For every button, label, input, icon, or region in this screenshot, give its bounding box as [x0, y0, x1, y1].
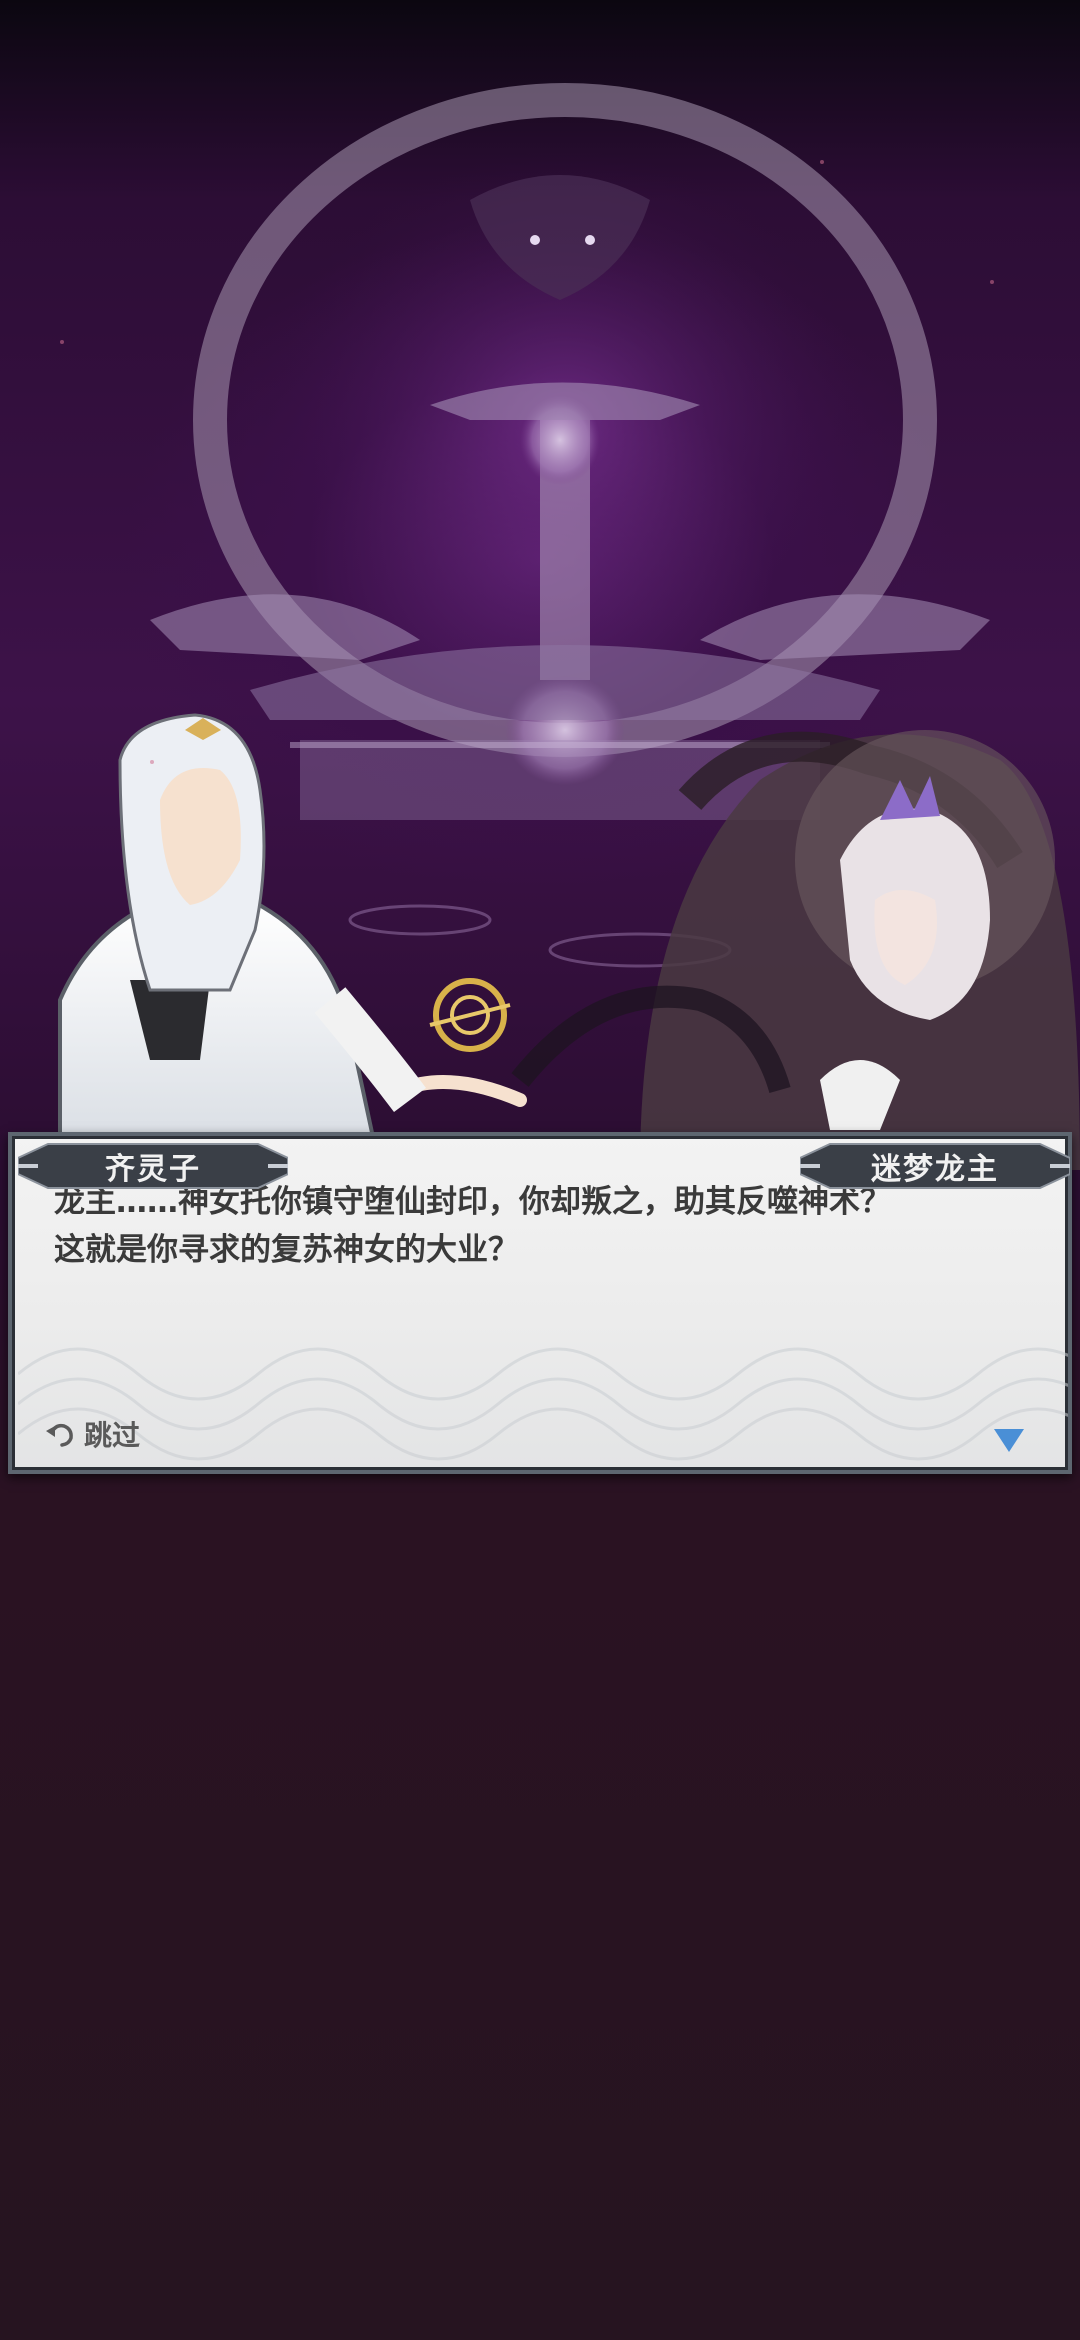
- dialogue-text: 龙主……神女托你镇守堕仙封印，你却叛之，助其反噬神术？ 这就是你寻求的复苏神女的…: [54, 1184, 891, 1268]
- triangle-down-icon[interactable]: [992, 1426, 1026, 1454]
- sparkle: [820, 160, 824, 164]
- game-screen[interactable]: 龙主……神女托你镇守堕仙封印，你却叛之，助其反噬神术？ 这就是你寻求的复苏神女的…: [0, 0, 1080, 2340]
- skip-label: 跳过: [84, 1419, 141, 1452]
- scene-background-art: [58, 83, 1080, 1170]
- skip-button[interactable]: 跳过: [42, 1412, 140, 1456]
- speaker-name-left: 齐灵子: [105, 1152, 201, 1187]
- speaker-nameplate-right: 迷梦龙主: [800, 1140, 1070, 1192]
- story-scene: [0, 0, 1080, 1170]
- character-right-portrait: [640, 730, 1080, 1170]
- speaker-nameplate-left: 齐灵子: [18, 1140, 288, 1192]
- wave-pattern-decoration: [18, 1347, 1068, 1461]
- speaker-name-right: 迷梦龙主: [871, 1152, 999, 1187]
- sparkle: [60, 340, 64, 344]
- sparkle: [990, 280, 994, 284]
- sparkle: [150, 760, 154, 764]
- undo-arrow-icon: [46, 1423, 73, 1447]
